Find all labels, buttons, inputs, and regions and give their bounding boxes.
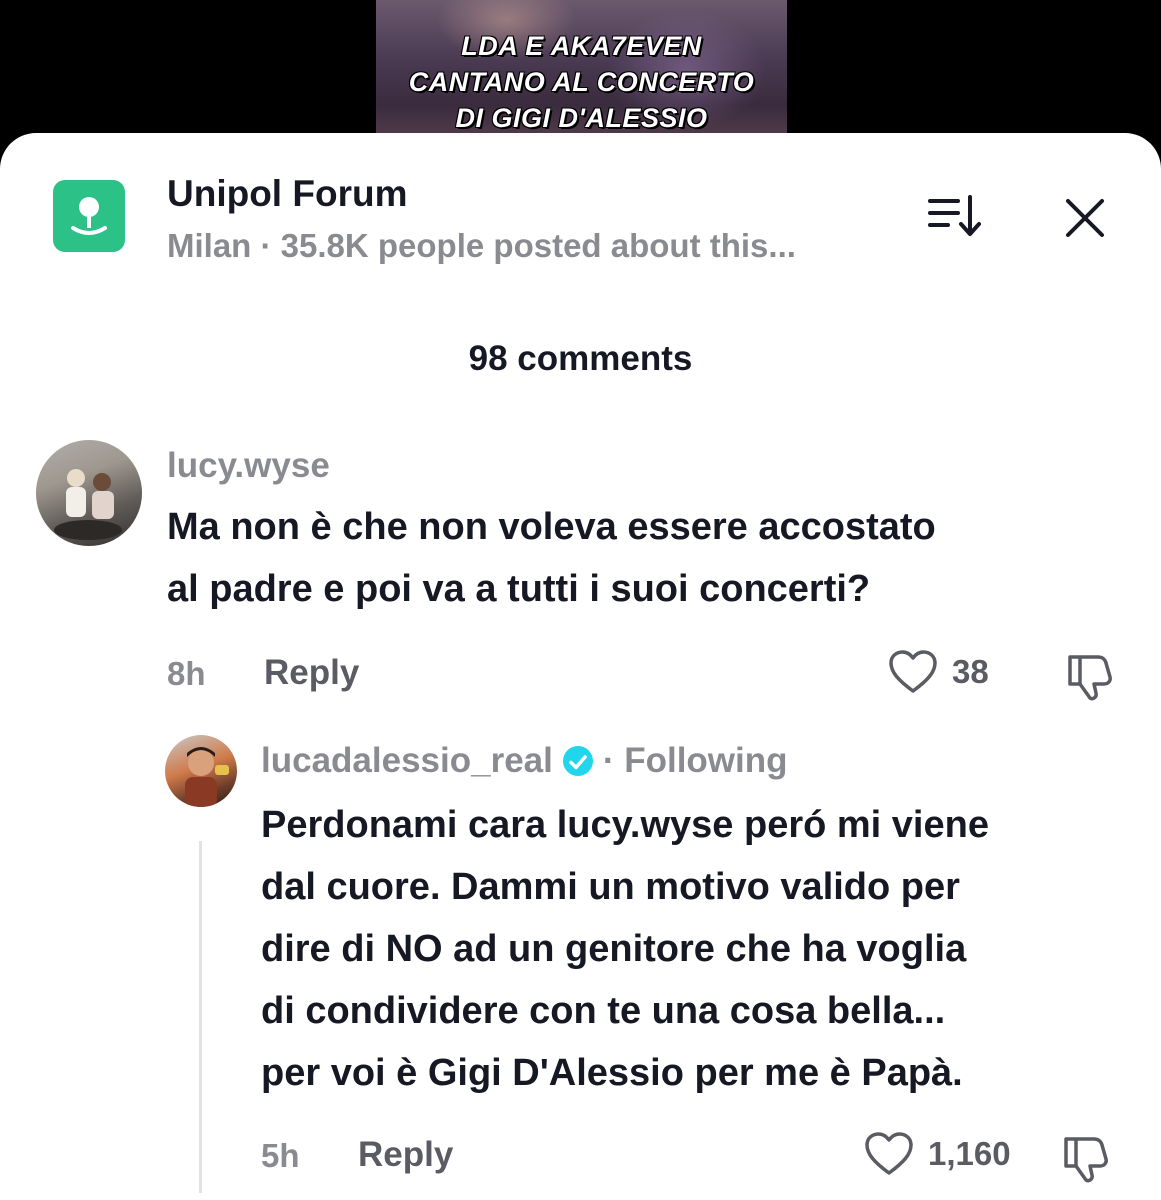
- video-caption: LDA E AKA7EVEN CANTANO AL CONCERTO DI GI…: [376, 28, 787, 136]
- following-label: · Following: [602, 741, 788, 780]
- dislike-icon[interactable]: [1058, 1131, 1112, 1185]
- avatar[interactable]: [165, 735, 237, 807]
- comment-text: Ma non è che non voleva essere accostato…: [167, 496, 1127, 620]
- comments-count: 98 comments: [468, 339, 693, 378]
- comment-line: al padre e poi va a tutti i suoi concert…: [167, 568, 871, 610]
- location-title[interactable]: Unipol Forum: [167, 173, 407, 215]
- location-subtitle[interactable]: Milan · 35.8K people posted about this..…: [167, 227, 796, 265]
- comment-time: 8h: [167, 655, 206, 692]
- verified-badge-icon: [562, 746, 593, 776]
- comment-username[interactable]: lucy.wyse: [167, 446, 330, 486]
- location-pin-icon[interactable]: [53, 180, 125, 252]
- thread-line: [199, 841, 202, 1193]
- reply-button[interactable]: Reply: [358, 1135, 453, 1175]
- avatar[interactable]: [36, 440, 142, 546]
- sort-icon[interactable]: [926, 193, 986, 241]
- video-caption-line: DI GIGI D'ALESSIO: [455, 103, 708, 133]
- heart-icon: [889, 650, 937, 693]
- comment-line: Ma non è che non voleva essere accostato: [167, 506, 936, 548]
- comment-line: per voi è Gigi D'Alessio per me è Papà.: [261, 1052, 963, 1094]
- heart-icon: [865, 1132, 913, 1175]
- comment-line: dal cuore. Dammi un motivo valido per: [261, 866, 960, 908]
- like-count: 1,160: [928, 1135, 1011, 1172]
- comment-text: Perdonami cara lucy.wyse peró mi viene d…: [261, 794, 1141, 1104]
- video-caption-line: LDA E AKA7EVEN: [461, 31, 702, 61]
- like-count: 38: [952, 653, 989, 690]
- comment-username[interactable]: lucadalessio_real: [261, 741, 553, 781]
- comment-line: di condividere con te una cosa bella...: [261, 990, 946, 1032]
- comment-username-row: lucadalessio_real · Following: [261, 741, 788, 781]
- close-icon[interactable]: [1060, 193, 1110, 243]
- dislike-icon[interactable]: [1062, 649, 1116, 703]
- reply-button[interactable]: Reply: [264, 653, 359, 693]
- comments-sheet: Unipol Forum Milan · 35.8K people posted…: [0, 133, 1161, 1200]
- video-thumbnail[interactable]: LDA E AKA7EVEN CANTANO AL CONCERTO DI GI…: [376, 0, 787, 150]
- comment-time: 5h: [261, 1137, 300, 1174]
- like-button[interactable]: 1,160: [864, 1131, 1011, 1177]
- video-background: LDA E AKA7EVEN CANTANO AL CONCERTO DI GI…: [0, 0, 1161, 150]
- comment-line: Perdonami cara lucy.wyse peró mi viene: [261, 804, 989, 846]
- comment-line: dire di NO ad un genitore che ha voglia: [261, 928, 967, 970]
- like-button[interactable]: 38: [888, 649, 989, 695]
- video-caption-line: CANTANO AL CONCERTO: [408, 67, 755, 97]
